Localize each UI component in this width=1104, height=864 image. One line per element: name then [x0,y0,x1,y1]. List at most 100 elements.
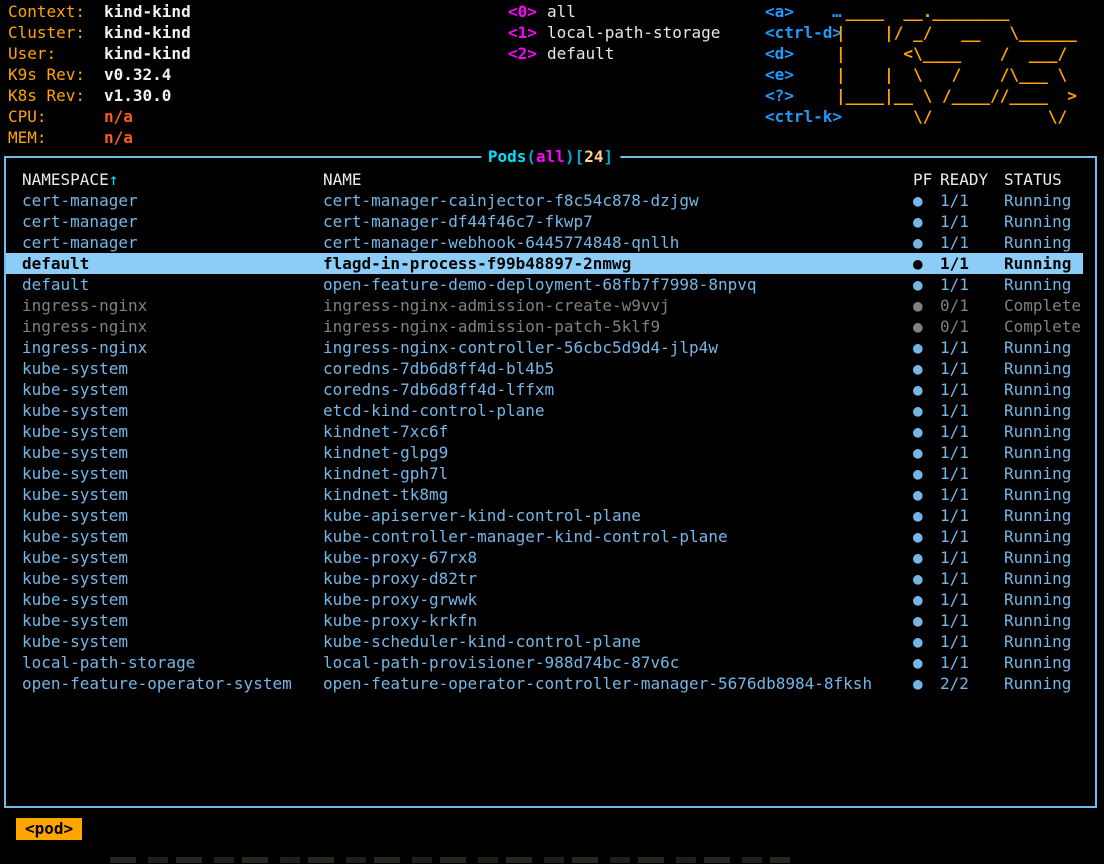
hotkey[interactable]: <ctrl-d> [765,22,842,43]
cell-name: kube-controller-manager-kind-control-pla… [323,526,912,547]
pod-status-dot-icon: ● [912,316,940,337]
table-row[interactable]: kube-systemkindnet-glpg9●1/1Running [6,442,1083,463]
pod-status-dot-icon: ● [912,442,940,463]
cell-status: Running [1004,589,1083,610]
table-row[interactable]: kube-systemkindnet-gph7l●1/1Running [6,463,1083,484]
table-row[interactable]: ingress-nginxingress-nginx-admission-cre… [6,295,1083,316]
column-header-namespace[interactable]: NAMESPACE↑ [22,169,323,190]
cell-ready: 1/1 [940,568,1004,589]
cell-namespace: kube-system [22,358,323,379]
table-row[interactable]: cert-managercert-manager-cainjector-f8c5… [6,190,1083,211]
table-row[interactable]: kube-systemkube-scheduler-kind-control-p… [6,631,1083,652]
k9s-ascii-logo: ____ __.________ | |/ _/ __ \______ | <\… [836,1,1077,127]
hotkey[interactable]: <a>… [765,1,842,22]
namespace-shortcut[interactable]: <1>local-path-storage [508,22,720,43]
table-row[interactable]: kube-systemkindnet-tk8mg●1/1Running [6,484,1083,505]
cell-ready: 1/1 [940,547,1004,568]
cell-namespace: cert-manager [22,190,323,211]
cell-ready: 1/1 [940,589,1004,610]
cell-status: Running [1004,631,1083,652]
table-row[interactable]: local-path-storagelocal-path-provisioner… [6,652,1083,673]
column-header-status[interactable]: STATUS [1004,169,1083,190]
cell-status: Running [1004,610,1083,631]
pod-status-dot-icon: ● [912,463,940,484]
pod-status-dot-icon: ● [912,190,940,211]
pod-status-dot-icon: ● [912,253,940,274]
table-row[interactable]: kube-systemkindnet-7xc6f●1/1Running [6,421,1083,442]
column-header-ready[interactable]: READY [940,169,1004,190]
cell-ready: 1/1 [940,463,1004,484]
table-row[interactable]: cert-managercert-manager-df44f46c7-fkwp7… [6,211,1083,232]
table-row[interactable]: cert-managercert-manager-webhook-6445774… [6,232,1083,253]
table-row[interactable]: defaultopen-feature-demo-deployment-68fb… [6,274,1083,295]
cell-name: cert-manager-webhook-6445774848-qnllh [323,232,912,253]
cell-namespace: default [22,274,323,295]
cell-name: ingress-nginx-controller-56cbc5d9d4-jlp4… [323,337,912,358]
cell-ready: 1/1 [940,421,1004,442]
table-row[interactable]: kube-systemkube-apiserver-kind-control-p… [6,505,1083,526]
hotkey[interactable]: <?> [765,85,842,106]
cell-name: coredns-7db6d8ff4d-lffxm [323,379,912,400]
table-row[interactable]: ingress-nginxingress-nginx-admission-pat… [6,316,1083,337]
namespace-shortcut[interactable]: <0>all [508,1,720,22]
table-row[interactable]: kube-systemkube-proxy-d82tr●1/1Running [6,568,1083,589]
column-header-name[interactable]: NAME [323,169,912,190]
pod-status-dot-icon: ● [912,379,940,400]
table-row[interactable]: kube-systemcoredns-7db6d8ff4d-bl4b5●1/1R… [6,358,1083,379]
cell-name: etcd-kind-control-plane [323,400,912,421]
pod-status-dot-icon: ● [912,421,940,442]
pod-status-dot-icon: ● [912,547,940,568]
pod-status-dot-icon: ● [912,589,940,610]
cell-status: Running [1004,442,1083,463]
cell-status: Running [1004,253,1083,274]
table-row[interactable]: kube-systemetcd-kind-control-plane●1/1Ru… [6,400,1083,421]
table-row[interactable]: kube-systemkube-proxy-krkfn●1/1Running [6,610,1083,631]
cell-name: kindnet-tk8mg [323,484,912,505]
hotkey[interactable]: <d> [765,43,842,64]
pods-table: NAMESPACE↑ NAME PF READY STATUS cert-man… [6,169,1083,694]
cell-status: Running [1004,337,1083,358]
info-value: n/a [104,128,133,147]
clipped-terminal-line [110,857,790,863]
cell-status: Running [1004,400,1083,421]
table-row[interactable]: open-feature-operator-systemopen-feature… [6,673,1083,694]
hotkey-key: <a> [765,2,794,21]
cell-name: flagd-in-process-f99b48897-2nmwg [323,253,912,274]
shortcut-key: <2> [508,43,547,64]
table-row[interactable]: ingress-nginxingress-nginx-controller-56… [6,337,1083,358]
table-row[interactable]: kube-systemkube-proxy-67rx8●1/1Running [6,547,1083,568]
cell-namespace: kube-system [22,526,323,547]
pod-status-dot-icon: ● [912,211,940,232]
table-row[interactable]: defaultflagd-in-process-f99b48897-2nmwg●… [6,253,1083,274]
cell-namespace: ingress-nginx [22,295,323,316]
resource-name: Pods [488,147,527,166]
namespace-shortcuts: <0>all<1>local-path-storage<2>default [508,1,720,64]
namespace-shortcut[interactable]: <2>default [508,43,720,64]
cell-status: Running [1004,190,1083,211]
pod-status-dot-icon: ● [912,568,940,589]
column-header-pf[interactable]: PF [912,169,940,190]
table-row[interactable]: kube-systemkube-proxy-grwwk●1/1Running [6,589,1083,610]
info-line: K8s Rev:v1.30.0 [8,85,191,106]
cell-namespace: kube-system [22,631,323,652]
shortcut-label: local-path-storage [547,23,720,42]
cell-status: Complete [1004,295,1083,316]
table-row[interactable]: kube-systemkube-controller-manager-kind-… [6,526,1083,547]
cell-name: kindnet-7xc6f [323,421,912,442]
cell-status: Complete [1004,316,1083,337]
cell-ready: 1/1 [940,358,1004,379]
cell-ready: 1/1 [940,526,1004,547]
cell-status: Running [1004,505,1083,526]
hotkey[interactable]: <e> [765,64,842,85]
cell-namespace: ingress-nginx [22,316,323,337]
pod-status-dot-icon: ● [912,295,940,316]
hotkey[interactable]: <ctrl-k> [765,106,842,127]
cell-ready: 0/1 [940,295,1004,316]
cell-ready: 1/1 [940,505,1004,526]
pod-status-dot-icon: ● [912,400,940,421]
pod-status-dot-icon: ● [912,610,940,631]
pod-status-dot-icon: ● [912,673,940,694]
table-row[interactable]: kube-systemcoredns-7db6d8ff4d-lffxm●1/1R… [6,379,1083,400]
breadcrumb-pod[interactable]: <pod> [16,818,82,840]
cell-ready: 1/1 [940,652,1004,673]
